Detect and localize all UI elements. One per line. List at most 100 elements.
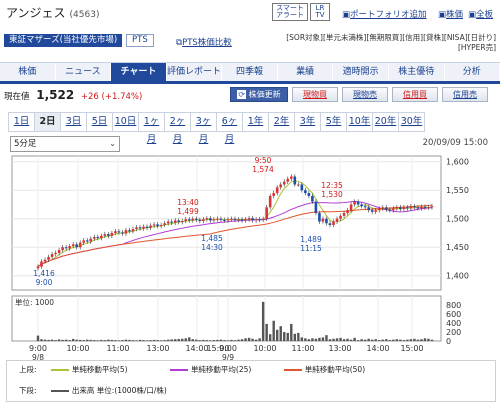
volume-bar [392,339,395,341]
pts-tab[interactable]: PTS [126,34,154,47]
stock-info-icon: ▣ [438,10,447,20]
period-tab[interactable]: 1日 [8,112,35,132]
smart-alert-button[interactable]: スマート アラート [272,3,308,21]
pts-compare-link[interactable]: ⧉PTS株価比較 [176,36,232,48]
volume-bar [307,339,311,341]
quote-row: 現在値 1,522 +26 (+1.74%) [4,88,142,102]
spot-sell-button[interactable]: 現物売 [342,87,388,102]
candle-body [314,201,318,214]
market-primary-tab[interactable]: 東証マザーズ(当社優先市場) [4,34,123,47]
time-tick-label: 13:00 [328,344,351,353]
period-tab[interactable]: 20年 [373,112,399,132]
stock-info-link[interactable]: ▣株価 [438,8,463,20]
chart-legend: 上段: 単純移動平均(5) 単純移動平均(25) 単純移動平均(50) 下段: … [6,360,496,402]
candle-body [342,213,346,216]
menu-item-shikiho[interactable]: 四季報 [222,63,278,81]
volume-bar [173,339,177,341]
candle-body [332,221,335,225]
candle-body [258,219,261,221]
margin-sell-button[interactable]: 信用売 [442,87,488,102]
period-tab[interactable]: 3日 [61,112,87,132]
tag: [HYPER売] [457,43,496,52]
volume-bar [135,340,138,341]
legend-lower-row: 下段: 出来高 単位:(1000株/口/株) [7,385,167,397]
volume-bar [142,340,145,341]
volume-bar [413,338,416,341]
portfolio-add-link[interactable]: ▣ポートフォリオ追加 [342,8,427,20]
volume-bar [381,339,384,341]
period-tab[interactable]: 5年 [321,112,347,132]
volume-bar [50,339,54,341]
legend-volume-swatch [50,390,69,392]
volume-bar [363,339,367,341]
menu-item-analysis[interactable]: 分析 [445,63,500,81]
candle-body [335,218,339,222]
volume-bar [265,323,268,341]
volume-bar [254,339,258,341]
candle-body [128,230,131,232]
period-tab[interactable]: 1年 [243,112,269,132]
time-tick-label: 10:00 [253,344,276,353]
candle-body [392,208,395,211]
tag: [SOR対象] [286,33,323,42]
spot-buy-button[interactable]: 現物買 [292,87,338,102]
interval-value: 5分足 [14,139,37,149]
candle-body [68,246,71,249]
volume-bar [297,332,300,341]
menu-item-chart[interactable]: チャート [111,63,167,81]
period-tab[interactable]: 2年 [269,112,295,132]
stock-code: (4563) [69,10,100,20]
menu-item-earnings[interactable]: 業績 [278,63,334,81]
price-label: 現在値 [4,92,30,102]
period-tab[interactable]: 10年 [347,112,373,132]
price-tick-label: 1,550 [446,186,469,195]
board-link[interactable]: ▣全板 [468,8,493,20]
candle-body [114,231,117,233]
menu-item-price[interactable]: 株価 [0,63,56,81]
volume-bar [388,340,391,341]
volume-bar [406,339,409,341]
annotation-label: 13:40 [177,198,199,207]
period-tab[interactable]: 30年 [399,112,425,132]
volume-bar [138,339,142,341]
menu-item-news[interactable]: ニュース [56,63,112,81]
period-tab[interactable]: 6ヶ月 [217,112,243,145]
menu-item-benefits[interactable]: 株主優待 [389,63,445,81]
volume-bar [177,338,180,341]
volume-bar [57,339,61,341]
refresh-price-button[interactable]: ⟳ 株価更新 [230,87,288,102]
volume-bar [71,338,75,341]
time-tick-label: 14:00 [366,344,389,353]
volume-bar [64,339,68,341]
period-tab[interactable]: 1ヶ月 [139,112,165,145]
lr-tv-button[interactable]: LR TV [310,3,330,21]
legend-lower-label: 下段: [19,386,37,395]
price-plot-frame [11,155,442,291]
candle-body [226,219,230,221]
annotation-label: 1,499 [177,207,199,216]
volume-bar [226,340,230,341]
candle-body [247,218,251,220]
candle-body [251,218,254,221]
period-tab[interactable]: 3ヶ月 [191,112,217,145]
period-tab[interactable]: 10日 [113,112,139,132]
candle-body [282,181,286,185]
candle-body [173,220,177,223]
price-plot: 1,4001,4501,5001,5501,60013:401,4999:501… [11,155,469,360]
candle-body [82,240,86,243]
period-tab[interactable]: 2ヶ月 [165,112,191,145]
candle-body [149,225,152,228]
period-tab[interactable]: 3年 [295,112,321,132]
candle-body [110,232,114,236]
candle-body [384,207,388,210]
period-tab[interactable]: 2日 [35,112,61,132]
volume-bar [244,338,247,341]
candle-body [374,210,378,212]
volume-bar [286,332,289,341]
menu-item-report[interactable]: 評価レポート [167,63,223,81]
menu-item-disclosure[interactable]: 適時開示 [333,63,389,81]
margin-buy-button[interactable]: 信用買 [392,87,438,102]
candle-body [89,238,93,242]
volume-bar [251,338,254,341]
period-tab[interactable]: 5日 [87,112,113,132]
